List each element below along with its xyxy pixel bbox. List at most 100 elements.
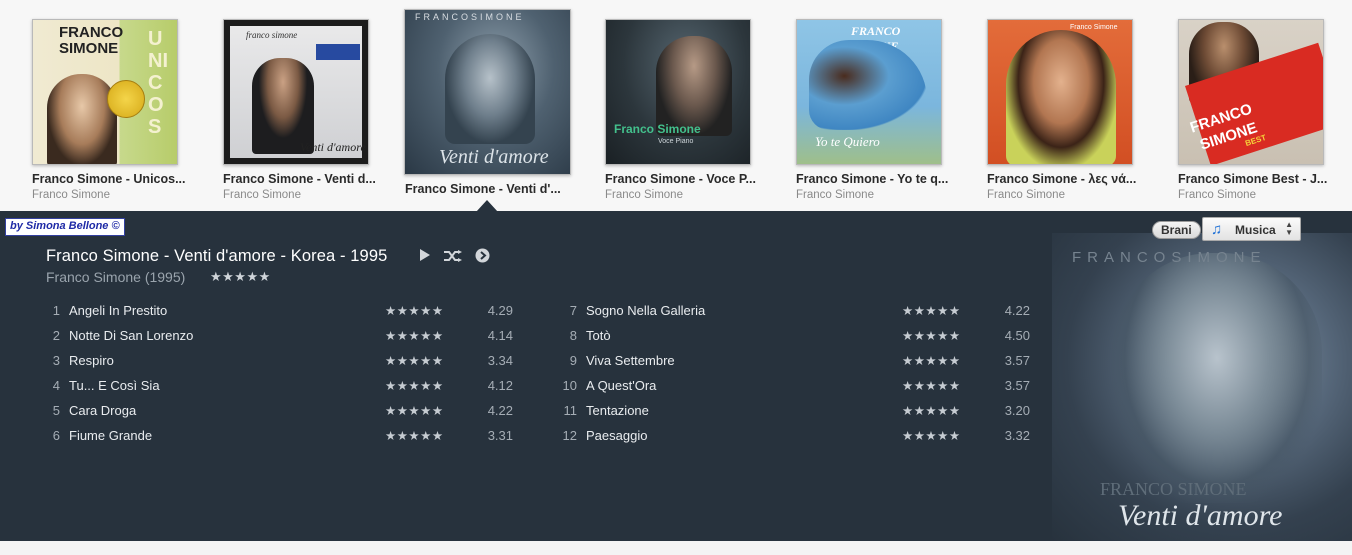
track-score: 3.31 <box>487 428 513 443</box>
shuffle-icon[interactable] <box>444 250 462 262</box>
album-detail-panel: FRANCOSIMONE FRANCO SIMONE Venti d'amore… <box>0 211 1352 541</box>
brani-button[interactable]: Brani <box>1152 221 1201 239</box>
musica-dropdown[interactable]: ♫ Musica ▲ ▼ <box>1202 217 1301 241</box>
track-row[interactable]: 10 A Quest'Ora ★★★★★ 3.57 <box>561 378 1041 400</box>
credit-label: by Simona Bellone © <box>5 218 125 236</box>
track-rating[interactable]: ★★★★★ <box>902 403 961 418</box>
album-title[interactable]: Franco Simone - Yo te q... <box>796 172 971 186</box>
album-title-heading: Franco Simone - Venti d'amore - Korea - … <box>46 247 388 265</box>
track-row[interactable]: 12 Paesaggio ★★★★★ 3.32 <box>561 428 1041 450</box>
track-rating[interactable]: ★★★★★ <box>902 378 961 393</box>
chevron-updown-icon: ▲ ▼ <box>1285 220 1293 237</box>
track-rating[interactable]: ★★★★★ <box>902 303 961 318</box>
track-name: Totò <box>586 328 611 343</box>
track-rating[interactable]: ★★★★★ <box>385 353 444 368</box>
track-number: 6 <box>52 428 60 443</box>
track-name: Fiume Grande <box>69 428 153 443</box>
album-cover[interactable]: franco simone Venti d'amore <box>223 19 369 165</box>
track-name: A Quest'Ora <box>586 378 657 393</box>
track-number: 9 <box>569 353 577 368</box>
track-score: 3.34 <box>487 353 513 368</box>
cover-badge <box>107 80 145 118</box>
album-title[interactable]: Franco Simone - Venti d'... <box>405 182 580 196</box>
track-score: 4.22 <box>1004 303 1030 318</box>
track-rating[interactable]: ★★★★★ <box>385 303 444 318</box>
album-title[interactable]: Franco Simone - Venti d... <box>223 172 398 186</box>
album-artist[interactable]: Franco Simone <box>987 189 1162 201</box>
next-arrow-icon[interactable] <box>475 248 490 263</box>
track-rating[interactable]: ★★★★★ <box>385 378 444 393</box>
track-number: 7 <box>569 303 577 318</box>
track-rating[interactable]: ★★★★★ <box>902 428 961 443</box>
track-score: 4.29 <box>487 303 513 318</box>
track-name: Tu... E Così Sia <box>69 378 160 393</box>
album-artist[interactable]: Franco Simone <box>32 189 207 201</box>
track-score: 3.20 <box>1004 403 1030 418</box>
track-row[interactable]: 1 Angeli In Prestito ★★★★★ 4.29 <box>44 303 524 325</box>
album-art-large: FRANCOSIMONE FRANCO SIMONE Venti d'amore <box>1052 233 1352 541</box>
track-score: 4.14 <box>487 328 513 343</box>
album-cover[interactable]: FRANCO SIMONE Yo te Quiero <box>796 19 942 165</box>
track-name: Tentazione <box>586 403 649 418</box>
track-number: 1 <box>52 303 60 318</box>
album-cover[interactable]: Franco Simone Voce Piano <box>605 19 751 165</box>
track-name: Paesaggio <box>586 428 648 443</box>
track-row[interactable]: 4 Tu... E Così Sia ★★★★★ 4.12 <box>44 378 524 400</box>
track-row[interactable]: 2 Notte Di San Lorenzo ★★★★★ 4.14 <box>44 328 524 350</box>
track-row[interactable]: 8 Totò ★★★★★ 4.50 <box>561 328 1041 350</box>
music-note-icon: ♫ <box>1211 221 1223 238</box>
track-rating[interactable]: ★★★★★ <box>385 428 444 443</box>
art-text: FRANCO SIMONE <box>1100 479 1247 499</box>
track-rating[interactable]: ★★★★★ <box>902 353 961 368</box>
track-score: 4.22 <box>487 403 513 418</box>
track-score: 4.50 <box>1004 328 1030 343</box>
album-title[interactable]: Franco Simone - Voce P... <box>605 172 780 186</box>
track-number: 10 <box>562 378 577 393</box>
track-rating[interactable]: ★★★★★ <box>902 328 961 343</box>
cover-photo <box>47 74 117 164</box>
album-rating-stars[interactable]: ★★★★★ <box>210 269 271 285</box>
album-cover[interactable]: FRANCO SIMONE UNICOS <box>32 19 178 165</box>
cover-photo <box>1006 30 1116 164</box>
album-artist[interactable]: Franco Simone <box>223 189 398 201</box>
album-title[interactable]: Franco Simone - Unicos... <box>32 172 207 186</box>
album-title[interactable]: Franco Simone Best - J... <box>1178 172 1352 186</box>
track-row[interactable]: 7 Sogno Nella Galleria ★★★★★ 4.22 <box>561 303 1041 325</box>
album-title[interactable]: Franco Simone - λες νά... <box>987 172 1162 186</box>
album-artist[interactable]: Franco Simone <box>796 189 971 201</box>
track-number: 12 <box>562 428 577 443</box>
album-artist[interactable]: Franco Simone <box>605 189 780 201</box>
album-artist[interactable]: Franco Simone <box>1178 189 1352 201</box>
track-row[interactable]: 5 Cara Droga ★★★★★ 4.22 <box>44 403 524 425</box>
play-icon[interactable] <box>419 248 431 262</box>
track-rating[interactable]: ★★★★★ <box>385 403 444 418</box>
track-score: 3.57 <box>1004 378 1030 393</box>
musica-label: Musica <box>1235 223 1276 237</box>
track-row[interactable]: 6 Fiume Grande ★★★★★ 3.31 <box>44 428 524 450</box>
album-cover[interactable]: FRANCOSIMONE Venti d'amore <box>404 9 571 175</box>
art-text: FRANCOSIMONE <box>1072 249 1267 266</box>
track-score: 3.57 <box>1004 353 1030 368</box>
track-number: 8 <box>569 328 577 343</box>
art-text: Venti d'amore <box>1118 499 1283 532</box>
album-artist-year: Franco Simone (1995) <box>46 269 186 285</box>
cover-text: Yo te Quiero <box>815 134 880 149</box>
track-name: Cara Droga <box>69 403 137 418</box>
bottom-strip <box>0 541 1352 555</box>
track-number: 11 <box>563 403 578 418</box>
album-cover[interactable]: Franco Simone <box>987 19 1133 165</box>
cover-text: FRANCO <box>59 24 124 41</box>
album-cover[interactable]: FRANCO SIMONE BEST <box>1178 19 1324 165</box>
cover-label <box>316 44 360 60</box>
art-figure <box>1112 253 1322 503</box>
track-name: Respiro <box>69 353 114 368</box>
track-name: Viva Settembre <box>586 353 675 368</box>
track-row[interactable]: 3 Respiro ★★★★★ 3.34 <box>44 353 524 375</box>
track-row[interactable]: 9 Viva Settembre ★★★★★ 3.57 <box>561 353 1041 375</box>
track-rating[interactable]: ★★★★★ <box>385 328 444 343</box>
track-row[interactable]: 11 Tentazione ★★★★★ 3.20 <box>561 403 1041 425</box>
track-score: 4.12 <box>487 378 513 393</box>
cover-photo <box>656 36 732 136</box>
track-number: 4 <box>52 378 60 393</box>
cover-text: FRANCOSIMONE <box>415 12 525 22</box>
